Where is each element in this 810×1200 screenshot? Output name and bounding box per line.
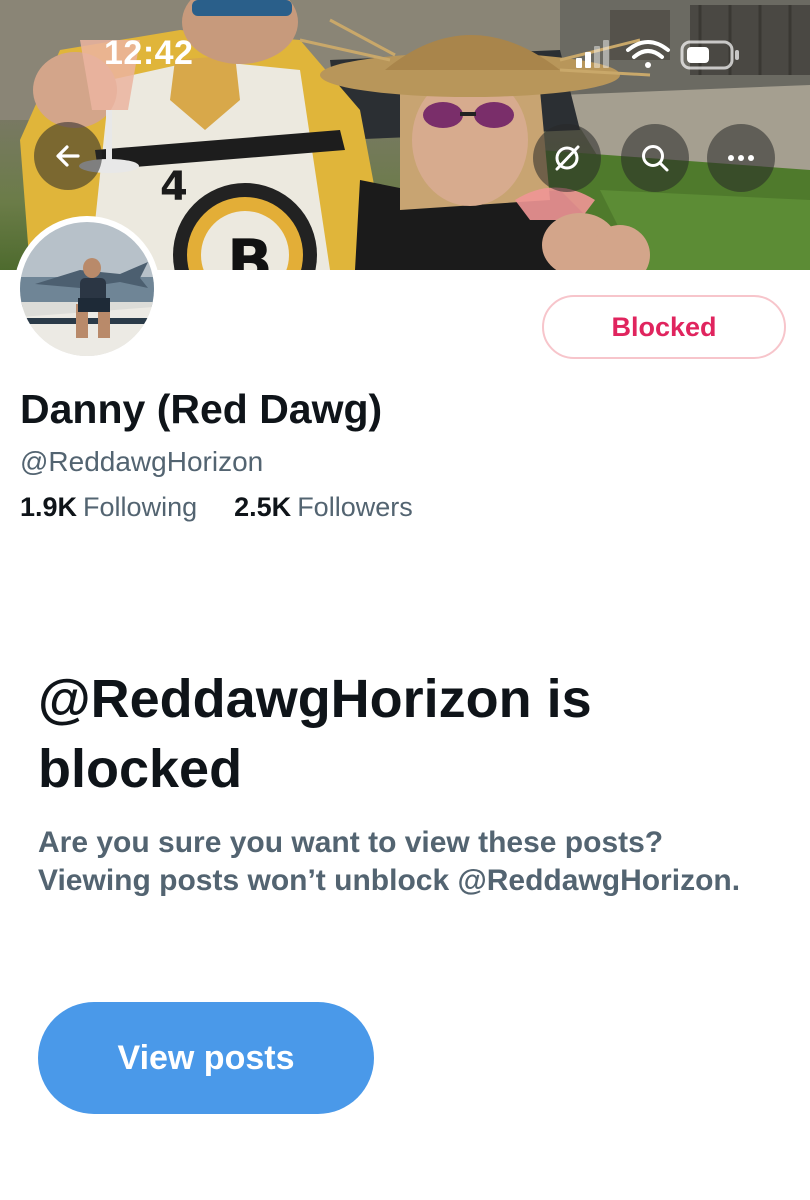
- followers-count: 2.5K: [234, 492, 292, 522]
- following-count: 1.9K: [20, 492, 78, 522]
- more-icon: [728, 155, 754, 161]
- more-button[interactable]: [707, 124, 775, 192]
- battery-icon: [680, 40, 739, 70]
- avatar[interactable]: [14, 216, 160, 362]
- back-arrow-icon: [56, 145, 80, 167]
- view-posts-button[interactable]: View posts: [38, 1002, 374, 1114]
- follow-stats: 1.9K Following 2.5K Followers: [20, 492, 413, 523]
- blocked-button[interactable]: Blocked: [542, 295, 786, 359]
- display-name: Danny (Red Dawg): [20, 386, 383, 432]
- profile-screen: B 4 12:42 Blocked Danny (Red Dawg) @Redd…: [0, 0, 810, 1200]
- wifi-icon: [626, 40, 670, 68]
- status-time: 12:42: [104, 34, 194, 72]
- svg-text:B: B: [227, 227, 273, 270]
- following-link[interactable]: 1.9K Following: [20, 492, 205, 522]
- following-label: Following: [83, 492, 198, 522]
- followers-link[interactable]: 2.5K Followers: [227, 492, 413, 522]
- no-retweets-icon: [555, 145, 580, 171]
- search-button[interactable]: [621, 124, 689, 192]
- svg-text:4: 4: [160, 164, 188, 210]
- followers-label: Followers: [297, 492, 413, 522]
- status-bar-icons: [576, 40, 739, 70]
- search-icon: [642, 145, 669, 172]
- back-button[interactable]: [34, 122, 102, 190]
- blocked-notice-description: Are you sure you want to view these post…: [38, 826, 741, 897]
- signal-icon: [576, 40, 609, 68]
- blocked-notice-title: @ReddawgHorizon is blocked: [38, 669, 592, 799]
- no-retweets-button[interactable]: [533, 124, 601, 192]
- user-handle: @ReddawgHorizon: [20, 446, 264, 477]
- avatar-photo: [20, 222, 154, 356]
